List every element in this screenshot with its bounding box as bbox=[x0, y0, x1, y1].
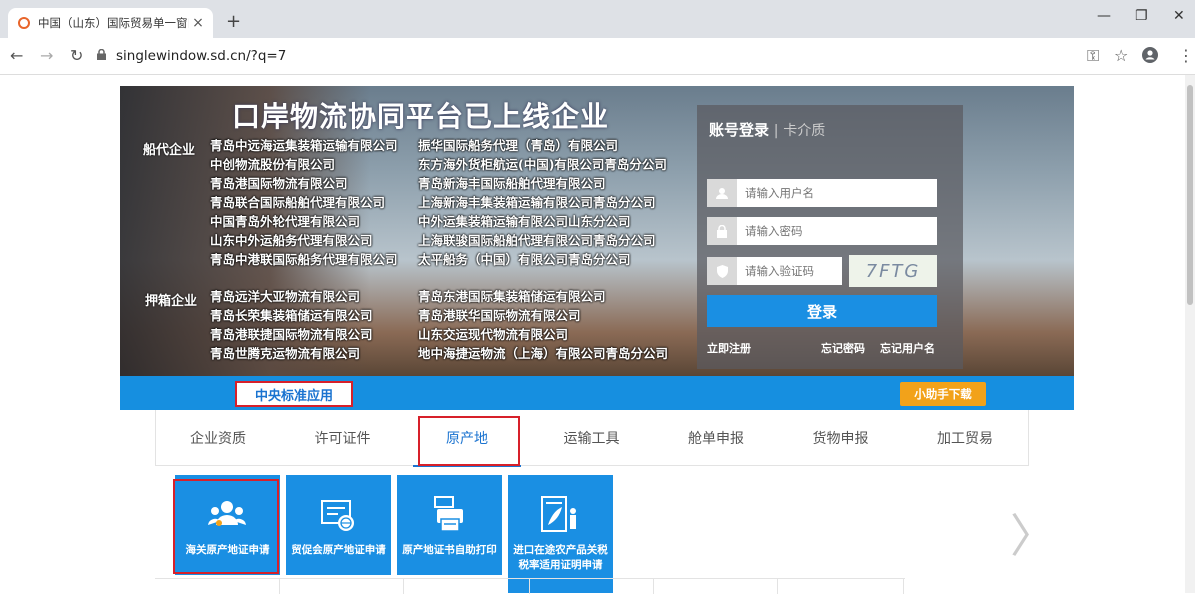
tile-ccpit-origin-cert[interactable]: 贸促会原产地证申请 bbox=[286, 475, 391, 575]
central-standard-app-tab[interactable]: 中央标准应用 bbox=[235, 381, 353, 407]
shield-icon bbox=[707, 257, 737, 285]
page-scrollbar[interactable] bbox=[1185, 75, 1195, 593]
username-field[interactable] bbox=[707, 179, 937, 207]
login-button[interactable]: 登录 bbox=[707, 295, 937, 327]
deposit-list-col2: 青岛东港国际集装箱储运有限公司 青岛港联华国际物流有限公司 山东交运现代物流有限公司… bbox=[418, 287, 668, 363]
company-name: 青岛港联华国际物流有限公司 bbox=[418, 308, 581, 323]
restore-button[interactable]: ❐ bbox=[1135, 8, 1148, 24]
document-wheat-icon bbox=[541, 496, 576, 532]
helper-download-button[interactable]: 小助手下载 bbox=[900, 382, 986, 406]
forward-arrow-icon[interactable]: → bbox=[40, 46, 53, 65]
browser-tab-bar: 中国（山东）国际贸易单一窗口 × + — ❐ ✕ bbox=[0, 0, 1195, 38]
reload-icon[interactable]: ↻ bbox=[70, 46, 83, 65]
category-tab[interactable]: 许可证件 bbox=[281, 410, 405, 466]
company-name: 青岛远洋大亚物流有限公司 bbox=[210, 289, 361, 304]
company-name: 青岛长荣集装箱储运有限公司 bbox=[210, 308, 373, 323]
shipping-agent-label: 船代企业 bbox=[143, 143, 196, 158]
tab-title: 中国（山东）国际贸易单一窗口 bbox=[38, 16, 189, 30]
bookmark-star-icon[interactable]: ☆ bbox=[1114, 46, 1128, 65]
menu-icon[interactable]: ⋮ bbox=[1178, 46, 1194, 65]
category-tabs: 企业资质 许可证件 原产地 运输工具 舱单申报 货物申报 加工贸易 bbox=[155, 410, 1029, 467]
highlight-box-customs-tile bbox=[173, 479, 279, 574]
user-icon bbox=[707, 179, 737, 207]
key-icon[interactable]: ⚿ bbox=[1087, 46, 1099, 66]
tile-label: 原产地证书自助打印 bbox=[402, 544, 497, 556]
category-tab[interactable]: 加工贸易 bbox=[903, 410, 1027, 466]
company-name: 太平船务（中国）有限公司青岛分公司 bbox=[418, 252, 631, 267]
carousel-next-icon[interactable]: 〉 bbox=[1010, 500, 1056, 566]
deposit-company-label: 押箱企业 bbox=[145, 294, 198, 309]
category-tab[interactable]: 企业资质 bbox=[156, 410, 280, 466]
lock-icon bbox=[707, 217, 737, 245]
forgot-password-link[interactable]: 忘记密码 bbox=[821, 340, 865, 356]
company-name: 青岛新海丰国际船舶代理有限公司 bbox=[418, 176, 606, 191]
company-name: 青岛东港国际集装箱储运有限公司 bbox=[418, 289, 606, 304]
login-panel: 账号登录 | 卡介质 7FTG 登录 立即注册 忘记密码 忘记用户名 bbox=[697, 105, 963, 369]
captcha-field[interactable] bbox=[707, 257, 842, 285]
tile-label: 进口在途农产品关税税率适用证明申请 bbox=[513, 544, 608, 571]
company-name: 山东中外运船务代理有限公司 bbox=[210, 233, 373, 248]
category-tab[interactable]: 舱单申报 bbox=[654, 410, 778, 466]
tile-import-agri-tariff-cert[interactable]: 进口在途农产品关税税率适用证明申请 bbox=[508, 475, 613, 593]
tile-grid-divider bbox=[155, 578, 905, 594]
url-field[interactable]: singlewindow.sd.cn/?q=7 bbox=[116, 48, 286, 64]
register-link[interactable]: 立即注册 bbox=[707, 340, 751, 356]
password-input[interactable] bbox=[737, 223, 927, 239]
window-close-button[interactable]: ✕ bbox=[1173, 8, 1185, 24]
company-name: 地中海捷运物流（上海）有限公司青岛分公司 bbox=[418, 346, 669, 361]
tab-card-login[interactable]: 卡介质 bbox=[783, 123, 825, 139]
captcha-image[interactable]: 7FTG bbox=[849, 255, 937, 287]
printer-icon bbox=[434, 496, 463, 532]
shipping-list-col2: 振华国际船务代理（青岛）有限公司东方海外货柜航运(中国)有限公司青岛分公司 青岛新… bbox=[418, 136, 667, 269]
company-name: 青岛中港联国际船务代理有限公司 bbox=[210, 252, 398, 267]
captcha-input[interactable] bbox=[737, 263, 842, 279]
company-name: 中国青岛外轮代理有限公司 bbox=[210, 214, 361, 229]
lock-icon bbox=[97, 49, 106, 60]
site-favicon-icon bbox=[18, 17, 30, 29]
new-tab-button[interactable]: + bbox=[226, 11, 241, 32]
browser-tab[interactable]: 中国（山东）国际贸易单一窗口 × bbox=[8, 8, 213, 38]
company-name: 青岛联合国际船舶代理有限公司 bbox=[210, 195, 386, 210]
back-arrow-icon[interactable]: ← bbox=[10, 46, 23, 65]
forgot-username-link[interactable]: 忘记用户名 bbox=[880, 340, 935, 356]
banner-headline: 口岸物流协同平台已上线企业 bbox=[232, 100, 610, 133]
company-name: 上海联骏国际船舶代理有限公司青岛分公司 bbox=[418, 233, 656, 248]
company-name: 青岛港联捷国际物流有限公司 bbox=[210, 327, 373, 342]
tile-origin-cert-self-print[interactable]: 原产地证书自助打印 bbox=[397, 475, 502, 575]
company-name: 青岛中远海运集装箱运输有限公司 bbox=[210, 138, 398, 153]
company-name: 东方海外货柜航运(中国)有限公司青岛分公司 bbox=[418, 157, 667, 172]
company-name: 振华国际船务代理（青岛）有限公司 bbox=[418, 138, 619, 153]
tab-separator: | bbox=[773, 123, 779, 139]
deposit-list-col1: 青岛远洋大亚物流有限公司 青岛长荣集装箱储运有限公司 青岛港联捷国际物流有限公司 青岛… bbox=[210, 287, 373, 363]
username-input[interactable] bbox=[737, 185, 927, 201]
profile-icon[interactable] bbox=[1142, 47, 1158, 63]
company-name: 青岛港国际物流有限公司 bbox=[210, 176, 348, 191]
company-name: 山东交运现代物流有限公司 bbox=[418, 327, 569, 342]
minimize-button[interactable]: — bbox=[1097, 8, 1111, 24]
company-name: 中外运集装箱运输有限公司山东分公司 bbox=[418, 214, 631, 229]
shipping-list-col1: 青岛中远海运集装箱运输有限公司 中创物流股份有限公司 青岛港国际物流有限公司青岛联合… bbox=[210, 136, 398, 269]
password-field[interactable] bbox=[707, 217, 937, 245]
certificate-globe-icon bbox=[321, 500, 354, 531]
highlight-box-origin-tab bbox=[418, 416, 520, 466]
company-name: 青岛世腾克运物流有限公司 bbox=[210, 346, 361, 361]
category-tab[interactable]: 运输工具 bbox=[530, 410, 654, 466]
tile-label: 贸促会原产地证申请 bbox=[291, 544, 386, 556]
address-bar: ← → ↻ singlewindow.sd.cn/?q=7 ⚿ ☆ ⋮ bbox=[0, 38, 1195, 75]
company-name: 中创物流股份有限公司 bbox=[210, 157, 336, 172]
category-tab[interactable]: 货物申报 bbox=[779, 410, 903, 466]
company-name: 上海新海丰集装箱运输有限公司青岛分公司 bbox=[418, 195, 656, 210]
tab-account-login[interactable]: 账号登录 bbox=[709, 121, 769, 139]
tab-close-icon[interactable]: × bbox=[189, 15, 207, 31]
